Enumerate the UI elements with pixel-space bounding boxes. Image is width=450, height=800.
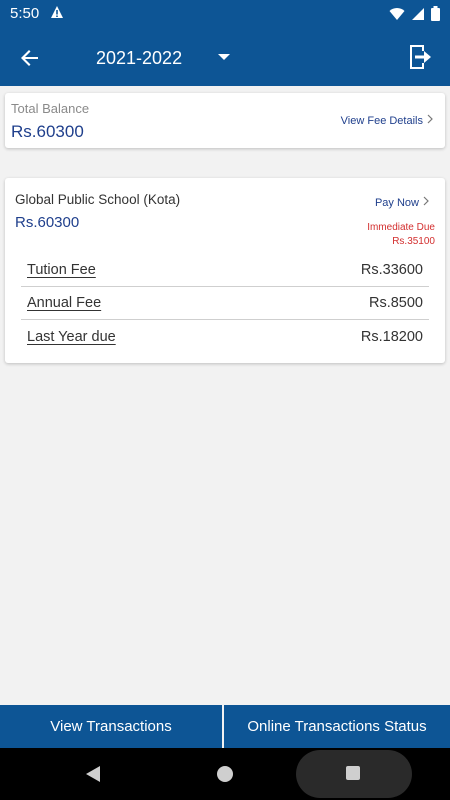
balance-card: Total Balance Rs.60300 View Fee Details bbox=[5, 93, 445, 148]
fee-row[interactable]: Tution Fee Rs.33600 bbox=[21, 254, 429, 287]
system-nav-bar bbox=[0, 748, 450, 800]
fee-row[interactable]: Last Year due Rs.18200 bbox=[21, 320, 429, 353]
arrow-left-icon[interactable] bbox=[14, 42, 46, 74]
immediate-due-label: Immediate Due bbox=[367, 222, 435, 233]
fee-name: Annual Fee bbox=[27, 295, 102, 311]
status-time: 5:50 bbox=[10, 5, 40, 22]
logout-icon[interactable] bbox=[404, 40, 436, 74]
fee-row[interactable]: Annual Fee Rs.8500 bbox=[21, 287, 429, 320]
chevron-down-icon bbox=[218, 54, 230, 60]
balance-label: Total Balance bbox=[11, 101, 90, 116]
pay-now-label: Pay Now bbox=[374, 196, 419, 209]
fee-name: Last Year due bbox=[27, 328, 116, 345]
chevron-right-icon bbox=[427, 114, 433, 127]
online-transactions-status-button[interactable]: Online Transactions Status bbox=[224, 705, 450, 748]
school-fee-card: Global Public School (Kota) Rs.60300 Pay… bbox=[5, 178, 445, 363]
view-fee-details-link[interactable]: View Fee Details bbox=[341, 114, 433, 127]
immediate-due-amount: Rs.35100 bbox=[392, 236, 435, 247]
battery-icon bbox=[431, 6, 440, 26]
nav-home-icon[interactable] bbox=[217, 766, 233, 782]
bottom-action-bar: View Transactions Online Transactions St… bbox=[0, 705, 450, 748]
wifi-icon bbox=[389, 7, 405, 26]
fee-name: Tution Fee bbox=[27, 262, 96, 278]
year-dropdown[interactable]: 2021-2022 bbox=[96, 44, 230, 72]
fee-amount: Rs.33600 bbox=[360, 262, 423, 278]
balance-value: Rs.60300 bbox=[11, 122, 84, 141]
fee-amount: Rs.8500 bbox=[368, 295, 423, 311]
nav-back-icon[interactable] bbox=[86, 766, 100, 782]
pay-now-button[interactable]: Pay Now bbox=[375, 196, 429, 209]
view-transactions-button[interactable]: View Transactions bbox=[0, 705, 222, 748]
chevron-right-icon bbox=[423, 196, 429, 209]
fee-list: Tution Fee Rs.33600 Annual Fee Rs.8500 L… bbox=[21, 254, 429, 353]
fee-amount: Rs.18200 bbox=[360, 328, 423, 345]
school-name: Global Public School (Kota) bbox=[15, 192, 181, 207]
status-bar: 5:50 bbox=[0, 0, 450, 28]
warning-icon bbox=[50, 5, 64, 24]
signal-icon bbox=[411, 7, 425, 26]
school-amount: Rs.60300 bbox=[15, 214, 80, 231]
nav-recents-icon[interactable] bbox=[346, 766, 360, 780]
year-label: 2021-2022 bbox=[96, 47, 183, 68]
view-fee-details-label: View Fee Details bbox=[340, 114, 423, 127]
app-bar: 2021-2022 bbox=[0, 28, 450, 86]
